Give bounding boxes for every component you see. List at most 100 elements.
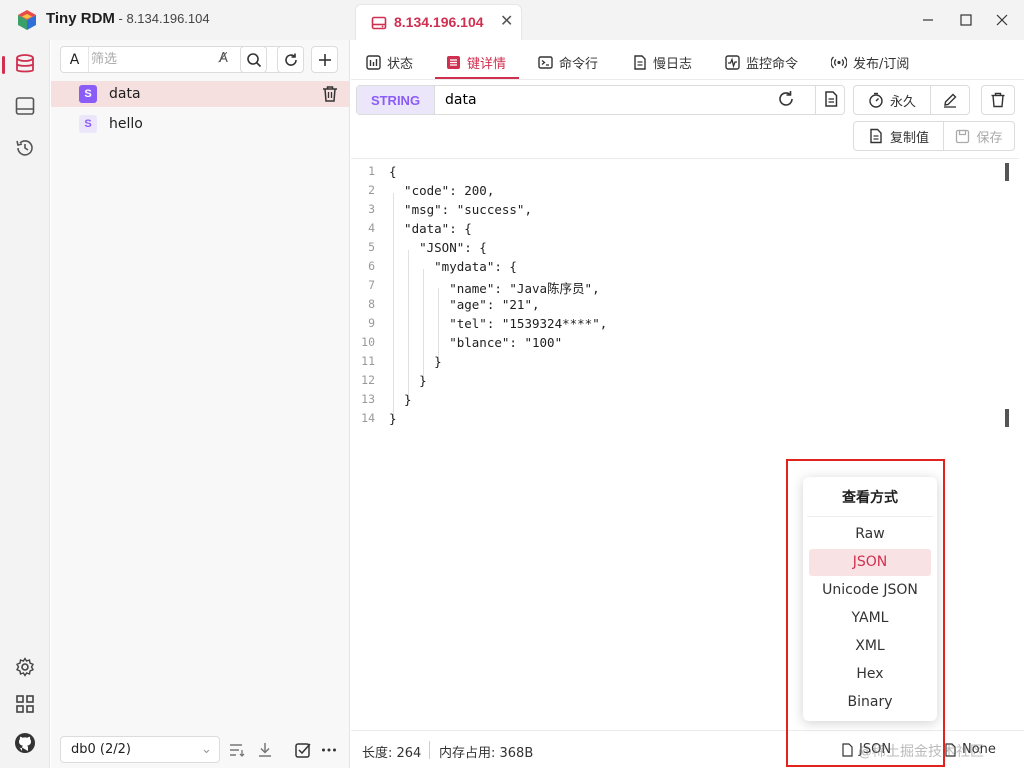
search-button[interactable] [240,46,267,73]
line-number: 6 [368,259,375,273]
tab-label: 状态 [387,56,414,72]
case-sensitive-icon[interactable]: A̸ [219,51,228,66]
code-line: "tel": "1539324****", [389,316,608,331]
batch-select-button[interactable] [293,740,313,760]
chevron-down-icon: ⌄ [201,742,212,757]
ttl-button[interactable]: 永久 [853,85,931,115]
close-window-button[interactable] [990,8,1014,32]
refresh-icon[interactable] [777,90,795,108]
key-name: hello [109,116,143,132]
copy-value-label: 复制值 [889,130,929,146]
history-icon [16,140,33,156]
tab-status[interactable]: 状态 [366,50,413,74]
line-number: 1 [368,164,375,178]
monitor-icon [725,54,740,70]
value-length: 长度: 264 [362,746,422,761]
save-icon [956,129,970,143]
key-item-hello[interactable]: S hello [51,111,350,137]
nav-server-button[interactable] [12,93,38,119]
divider [429,741,430,759]
line-number: 14 [361,411,375,425]
server-icon [371,16,387,30]
code-line: "name": "Java陈序员", [389,281,600,296]
database-select[interactable]: db0 (2/2) ⌄ [60,736,220,763]
detail-icon [447,55,460,69]
key-name-bar: STRING [356,85,845,115]
add-key-button[interactable] [311,46,338,73]
tab-cli[interactable]: 命令行 [538,50,598,74]
string-type-badge: S [79,85,97,103]
content-tab-bar: 状态 键详情 命令行 慢日志 监控命令 发布/订阅 [351,40,1024,80]
refresh-keys-button[interactable] [277,46,304,73]
line-number: 10 [361,335,375,349]
app-host: 8.134.196.104 [126,11,210,26]
more-button[interactable] [319,740,339,760]
code-line: "code": 200, [389,183,495,198]
tab-monitor[interactable]: 监控命令 [725,50,798,74]
ttl-label: 永久 [889,94,916,110]
app-logo-icon [18,10,36,30]
settings-button[interactable] [12,654,38,680]
line-number: 13 [361,392,375,406]
key-tree-panel: A A̸ S data S hello [51,40,350,768]
tab-label: 命令行 [559,56,599,72]
app-title: Tiny RDM - 8.134.196.104 [46,10,210,27]
copy-key-icon[interactable] [822,90,840,108]
code-line: "JSON": { [389,240,487,255]
save-button[interactable]: 保存 [943,121,1015,151]
delete-key-button[interactable] [981,85,1015,115]
close-tab-icon[interactable]: ✕ [500,11,513,30]
code-line: "age": "21", [389,297,540,312]
search-icon [246,52,261,67]
line-number: 11 [361,354,375,368]
maximize-button[interactable] [954,8,978,32]
tab-pubsub[interactable]: 发布/订阅 [831,50,909,74]
tab-label: 键详情 [467,56,507,72]
connection-tab[interactable]: 8.134.196.104 ✕ [355,4,522,40]
info-icon [366,54,381,70]
maximize-icon [960,14,972,26]
sort-filter-icon [230,744,245,757]
code-line: } [389,373,427,388]
connection-tab-label: 8.134.196.104 [394,14,484,30]
key-item-data[interactable]: S data [51,81,350,107]
tab-key-detail[interactable]: 键详情 [446,50,506,74]
import-button[interactable] [255,740,275,760]
filter-type-button[interactable]: A [61,47,89,72]
line-number: 8 [368,297,375,311]
code-line: { [389,164,397,179]
active-tab-underline [435,77,519,79]
key-name-input[interactable] [445,90,745,110]
filter-type-menu-button[interactable] [227,740,247,760]
line-number: 3 [368,202,375,216]
filter-input[interactable] [91,49,211,70]
code-line: } [389,411,397,426]
title-bar: Tiny RDM - 8.134.196.104 8.134.196.104 ✕ [0,0,1024,40]
line-number: 4 [368,221,375,235]
terminal-icon [538,55,553,69]
minimize-icon [923,19,933,21]
apps-button[interactable] [12,691,38,717]
code-line: "msg": "success", [389,202,532,217]
github-button[interactable] [12,730,38,756]
app-host-separator: - [114,11,127,26]
rename-key-button[interactable] [930,85,970,115]
gear-icon [16,657,34,677]
trash-icon [991,92,1005,108]
tab-label: 监控命令 [746,56,799,72]
copy-icon [870,128,882,144]
divider [815,86,816,114]
minimize-button[interactable] [916,8,940,32]
trash-icon[interactable] [321,85,339,103]
watermark: @稀土掘金技术社区 [858,744,984,760]
database-icon [16,54,34,73]
key-type-tag: STRING [357,86,435,114]
editor-scrollbar[interactable] [1005,163,1009,181]
grid-icon [16,695,34,713]
tab-slow-log[interactable]: 慢日志 [632,50,692,74]
edit-icon [944,93,957,108]
nav-database-button[interactable] [12,51,38,77]
nav-history-button[interactable] [12,135,38,161]
copy-value-button[interactable]: 复制值 [853,121,944,151]
tab-label: 发布/订阅 [853,56,910,72]
